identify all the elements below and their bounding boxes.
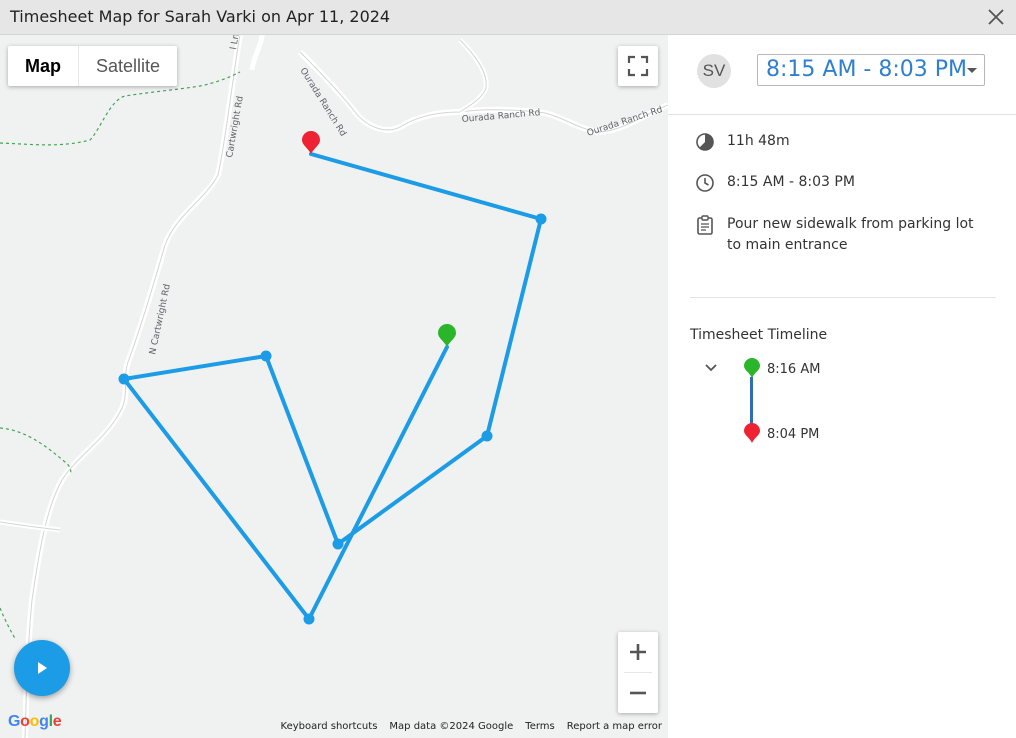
google-logo-letter: G <box>8 713 21 730</box>
road-label: Ourada Ranch Rd <box>586 105 664 139</box>
details-panel: SV 8:15 AM - 8:03 PM 11h 48m 8:15 AM - 8… <box>668 35 1016 738</box>
title-bar: Timesheet Map for Sarah Varki on Apr 11,… <box>0 0 1016 35</box>
map-type-control: Map Satellite <box>8 46 178 86</box>
fullscreen-icon <box>627 55 649 77</box>
window-title: Timesheet Map for Sarah Varki on Apr 11,… <box>10 7 391 26</box>
duration-row: 11h 48m <box>694 131 790 153</box>
timeline-title: Timesheet Timeline <box>690 327 828 343</box>
timeline-start-time: 8:16 AM <box>767 362 821 377</box>
time-range-text: 8:15 AM - 8:03 PM <box>727 174 855 190</box>
map-canvas[interactable]: Cartwright Rd N Cartwright Rd Ourada Ran… <box>0 35 668 738</box>
route-point[interactable] <box>481 430 493 442</box>
route-point[interactable] <box>303 613 315 625</box>
report-map-error-link[interactable]: Report a map error <box>567 719 662 735</box>
panel-header: SV 8:15 AM - 8:03 PM <box>668 35 1016 115</box>
caret-down-icon <box>967 68 977 73</box>
google-logo-letter: e <box>52 713 62 730</box>
route-point[interactable] <box>535 213 547 225</box>
duration-icon <box>696 133 714 151</box>
map-base: Cartwright Rd N Cartwright Rd Ourada Ran… <box>0 35 668 738</box>
route-point[interactable] <box>332 538 344 550</box>
clock-icon <box>696 174 714 192</box>
end-pin-icon <box>744 423 760 443</box>
keyboard-shortcuts-link[interactable]: Keyboard shortcuts <box>281 719 378 735</box>
zoom-out-button[interactable] <box>618 673 658 713</box>
time-range-row: 8:15 AM - 8:03 PM <box>694 172 855 194</box>
gps-route <box>118 152 547 625</box>
task-description: Pour new sidewalk from parking lot to ma… <box>727 216 974 253</box>
route-point[interactable] <box>260 350 272 362</box>
plus-icon <box>630 644 646 660</box>
route-point[interactable] <box>118 373 130 385</box>
end-location-pin[interactable] <box>302 131 320 154</box>
google-logo-letter: g <box>39 713 49 730</box>
task-row: Pour new sidewalk from parking lot to ma… <box>694 214 984 256</box>
play-icon <box>38 662 47 674</box>
divider <box>690 297 996 298</box>
fullscreen-button[interactable] <box>618 46 658 86</box>
map-data-text: Map data ©2024 Google <box>389 721 514 732</box>
map-attribution: Keyboard shortcuts Map data ©2024 Google… <box>274 719 668 735</box>
map-type-satellite-button[interactable]: Satellite <box>79 46 177 86</box>
google-logo-letter: o <box>29 713 40 730</box>
google-logo-letter: o <box>20 713 30 730</box>
zoom-in-button[interactable] <box>618 632 658 672</box>
chevron-down-icon[interactable] <box>703 360 719 376</box>
play-route-button[interactable] <box>14 640 70 696</box>
time-range-select[interactable]: 8:15 AM - 8:03 PM <box>757 54 985 86</box>
avatar: SV <box>697 54 731 88</box>
google-logo[interactable]: Google <box>8 713 62 731</box>
terms-link[interactable]: Terms <box>525 719 554 735</box>
minus-icon <box>630 691 646 695</box>
time-range-select-value: 8:15 AM - 8:03 PM <box>766 57 967 82</box>
clipboard-icon <box>697 215 713 235</box>
start-location-pin[interactable] <box>438 324 456 347</box>
duration-text: 11h 48m <box>727 133 790 149</box>
close-icon[interactable] <box>986 7 1006 27</box>
timeline-end-time: 8:04 PM <box>767 427 820 442</box>
zoom-control <box>618 632 658 713</box>
start-pin-icon <box>744 358 760 378</box>
timeline-connector <box>750 377 753 425</box>
map-type-map-button[interactable]: Map <box>8 46 78 86</box>
